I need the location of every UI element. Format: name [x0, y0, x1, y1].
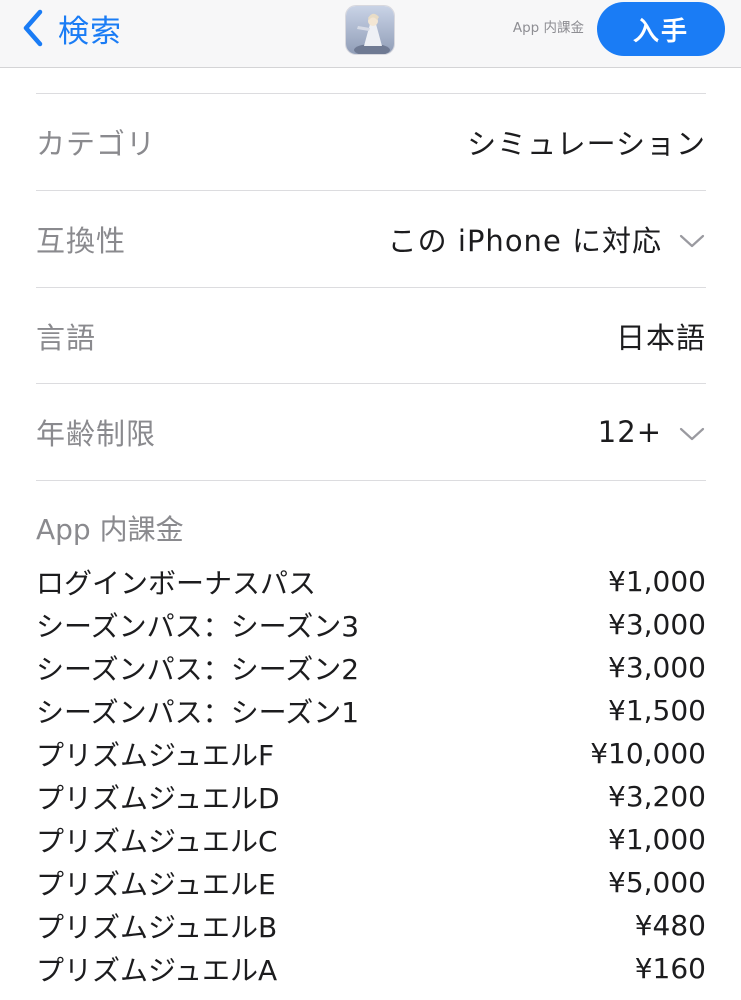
- iap-item-name: シーズンパス：シーズン3: [36, 609, 360, 643]
- get-button[interactable]: 入手: [597, 2, 725, 56]
- iap-item-name: プリズムジュエルB: [36, 910, 278, 944]
- compatibility-label: 互換性: [36, 224, 127, 258]
- iap-item-price: ¥1,000: [608, 565, 706, 598]
- iap-item-price: ¥3,000: [608, 608, 706, 641]
- info-row-compatibility[interactable]: 互換性 この iPhone に対応: [36, 191, 706, 287]
- category-label: カテゴリ: [36, 127, 157, 161]
- list-item: シーズンパス：シーズン3 ¥3,000: [36, 603, 706, 646]
- iap-item-name: シーズンパス：シーズン1: [36, 695, 360, 729]
- iap-item-price: ¥5,000: [608, 866, 706, 899]
- iap-item-name: シーズンパス：シーズン2: [36, 652, 360, 686]
- iap-item-name: ログインボーナスパス: [36, 566, 317, 600]
- iap-item-price: ¥1,500: [608, 694, 706, 727]
- iap-item-name: プリズムジュエルD: [36, 781, 280, 815]
- list-item: プリズムジュエルF ¥10,000: [36, 732, 706, 775]
- back-button-label: 検索: [58, 13, 122, 50]
- iap-item-price: ¥480: [634, 909, 706, 942]
- list-item: プリズムジュエルA ¥160: [36, 947, 706, 990]
- age-rating-value: 12+: [597, 415, 662, 449]
- navigation-bar: 検索 App 内課金 入手: [0, 0, 741, 68]
- iap-item-price: ¥3,000: [608, 651, 706, 684]
- chevron-down-icon: [679, 234, 705, 248]
- list-item: シーズンパス：シーズン2 ¥3,000: [36, 646, 706, 689]
- iap-item-name: プリズムジュエルA: [36, 953, 278, 987]
- list-item: プリズムジュエルB ¥480: [36, 904, 706, 947]
- chevron-left-icon: [23, 9, 43, 47]
- category-value: シミュレーション: [467, 127, 706, 161]
- list-item: ログインボーナスパス ¥1,000: [36, 560, 706, 603]
- in-app-purchases-list: ログインボーナスパス ¥1,000 シーズンパス：シーズン3 ¥3,000 シー…: [36, 560, 706, 990]
- info-row-language: 言語 日本語: [36, 288, 706, 384]
- iap-item-name: プリズムジュエルC: [36, 824, 278, 858]
- iap-item-name: プリズムジュエルF: [36, 738, 275, 772]
- iap-item-price: ¥3,200: [608, 780, 706, 813]
- info-row-age-rating[interactable]: 年齢制限 12+: [36, 384, 706, 480]
- back-button[interactable]: 検索: [22, 6, 122, 50]
- list-item: プリズムジュエルC ¥1,000: [36, 818, 706, 861]
- chevron-down-icon: [679, 427, 705, 441]
- iap-item-price: ¥1,000: [608, 823, 706, 856]
- in-app-purchase-note: App 内課金: [512, 20, 584, 36]
- list-item: プリズムジュエルE ¥5,000: [36, 861, 706, 904]
- iap-item-price: ¥160: [634, 952, 706, 985]
- language-value: 日本語: [615, 321, 706, 355]
- age-rating-label: 年齢制限: [36, 417, 157, 451]
- list-item: シーズンパス：シーズン1 ¥1,500: [36, 689, 706, 732]
- compatibility-value: この iPhone に対応: [387, 224, 662, 258]
- language-label: 言語: [36, 321, 97, 355]
- app-icon[interactable]: [345, 5, 395, 55]
- divider: [36, 480, 706, 481]
- list-item: プリズムジュエルD ¥3,200: [36, 775, 706, 818]
- in-app-purchases-heading: App 内課金: [36, 513, 184, 546]
- iap-item-name: プリズムジュエルE: [36, 867, 276, 901]
- iap-item-price: ¥10,000: [590, 737, 706, 770]
- info-row-category: カテゴリ シミュレーション: [36, 94, 706, 190]
